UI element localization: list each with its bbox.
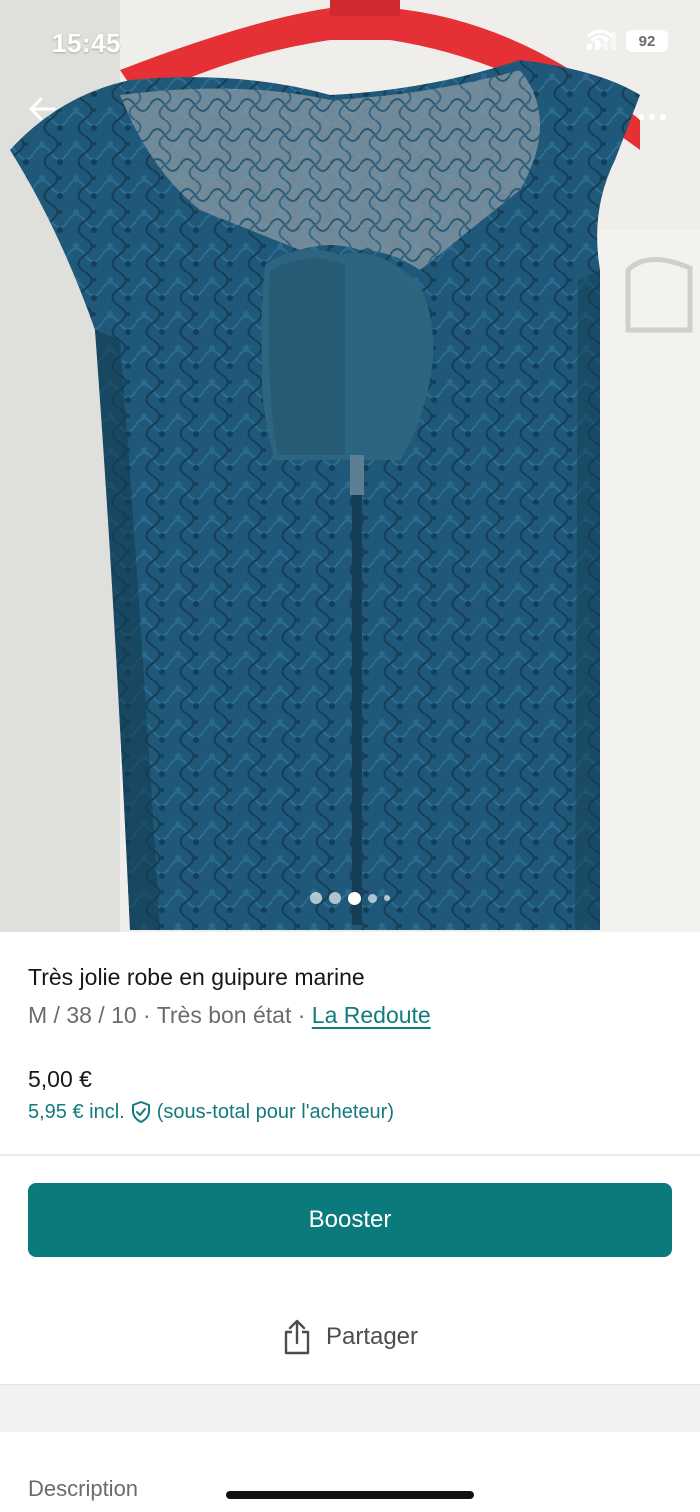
gallery-dot-active[interactable]	[348, 891, 361, 905]
share-label: Partager	[325, 1323, 419, 1350]
more-horizontal-icon	[638, 114, 644, 120]
product-photo[interactable]: 15:45 92	[0, 0, 700, 932]
gallery-pager[interactable]	[0, 890, 700, 906]
back-button[interactable]	[28, 96, 68, 136]
status-time: 15:45	[52, 28, 121, 58]
brand-link[interactable]: La Redoute	[312, 1002, 431, 1028]
more-options-button[interactable]	[630, 100, 674, 134]
home-indicator[interactable]	[226, 1491, 474, 1499]
gallery-dot[interactable]	[329, 892, 341, 904]
description-heading: Description	[28, 1476, 139, 1501]
divider	[0, 1154, 700, 1156]
listing-title: Très jolie robe en guipure marine	[28, 964, 365, 990]
listing-meta: M / 38 / 10 · Très bon état · La Redoute	[28, 1002, 431, 1029]
shield-check-icon	[131, 1101, 150, 1123]
status-icons: 92	[587, 30, 668, 52]
price-incl-text: 5,95 € incl.	[28, 1100, 125, 1123]
status-bar: 15:45 92	[0, 0, 700, 90]
share-button[interactable]: Partager	[0, 1312, 700, 1362]
size-condition-text: M / 38 / 10 · Très bon état ·	[28, 1002, 312, 1028]
gallery-dot[interactable]	[310, 892, 322, 904]
price-incl-note: (sous-total pour l'acheteur)	[156, 1100, 394, 1123]
section-separator	[0, 1384, 700, 1432]
listing-page: 15:45 92 Très jolie robe en guipure mari…	[0, 0, 700, 1512]
gallery-dot[interactable]	[384, 895, 390, 901]
battery-icon: 92	[626, 30, 668, 52]
share-icon	[284, 1319, 310, 1355]
dress-photo-illustration	[0, 0, 700, 932]
booster-button[interactable]: Booster	[28, 1183, 672, 1257]
listing-price: 5,00 €	[28, 1066, 92, 1092]
wifi-icon	[587, 30, 613, 48]
arrow-left-icon	[29, 97, 56, 121]
buyer-protection-price[interactable]: 5,95 € incl. (sous-total pour l'acheteur…	[28, 1100, 394, 1124]
gallery-dot[interactable]	[368, 893, 377, 903]
